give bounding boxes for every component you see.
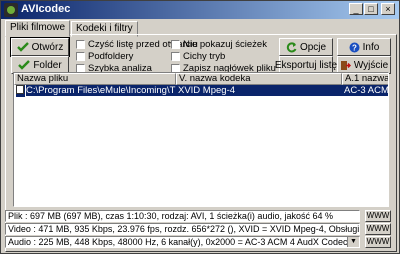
cell-video-codec: XVID Mpeg-4: [176, 85, 342, 96]
audio-info-value: Audio : 225 MB, 448 Kbps, 48000 Hz, 6 ka…: [8, 237, 359, 247]
maximize-button[interactable]: □: [364, 3, 378, 15]
title-bar[interactable]: AVIcodec _ □ ×: [1, 1, 399, 19]
file-icon: [16, 85, 25, 97]
app-icon: [4, 3, 18, 17]
export-label: Eksportuj listę: [274, 59, 338, 71]
checkmark-icon: [18, 60, 31, 70]
cell-filename: C:\Program Files\eMule\Incoming\The.Depa…: [26, 85, 176, 96]
options-label: Opcje: [299, 41, 327, 53]
file-list[interactable]: Nazwa pliku V. nazwa kodeka A.1 nazwa ko…: [13, 72, 389, 207]
column-header-filename[interactable]: Nazwa pliku: [14, 73, 176, 85]
checkmark-icon: [16, 42, 29, 52]
www-audio-button[interactable]: WWW: [365, 236, 391, 248]
open-button[interactable]: Otwórz: [10, 37, 70, 57]
checkbox-label: Nie pokazuj ścieżek: [183, 39, 267, 50]
options-button[interactable]: Opcje: [279, 38, 333, 56]
checkbox-label: Podfoldery: [88, 51, 134, 62]
quiet-mode-checkbox[interactable]: Cichy tryb: [171, 51, 225, 62]
info-button[interactable]: ? Info: [337, 38, 391, 56]
file-info-line: Plik : 697 MB (697 MB), czas 1:10:30, ro…: [5, 210, 360, 222]
open-label: Otwórz: [31, 41, 64, 53]
tab-movie-files[interactable]: Pliki filmowe: [5, 20, 71, 37]
svg-text:?: ?: [352, 43, 357, 52]
checkbox-box: [76, 40, 85, 49]
hide-paths-checkbox[interactable]: Nie pokazuj ścieżek: [171, 39, 267, 50]
refresh-icon: [286, 41, 297, 52]
close-button[interactable]: ×: [381, 3, 395, 15]
column-header-video-codec[interactable]: V. nazwa kodeka: [176, 73, 342, 85]
video-info-line: Video : 471 MB, 935 Kbps, 23.976 fps, ro…: [5, 223, 360, 235]
window-title: AVIcodec: [21, 3, 71, 15]
www-video-button[interactable]: WWW: [365, 223, 391, 235]
minimize-button[interactable]: _: [349, 3, 363, 15]
info-label: Info: [362, 41, 380, 53]
help-icon: ?: [349, 42, 360, 52]
cell-audio-codec: AC-3 ACM 4 AudX: [342, 85, 388, 96]
exit-label: Wyjście: [353, 59, 389, 71]
checkbox-label: Cichy tryb: [183, 51, 226, 62]
folder-label: Folder: [33, 59, 62, 71]
table-row[interactable]: C:\Program Files\eMule\Incoming\The.Depa…: [14, 85, 388, 97]
column-header-audio-codec[interactable]: A.1 nazwa kodek: [342, 73, 388, 85]
app-window: AVIcodec _ □ × Pliki filmowe Kodeki i fi…: [0, 0, 400, 254]
subfolders-checkbox[interactable]: Podfoldery: [76, 51, 133, 62]
audio-info-select[interactable]: Audio : 225 MB, 448 Kbps, 48000 Hz, 6 ka…: [5, 236, 360, 248]
checkbox-box: [76, 52, 85, 61]
checkbox-box: [171, 52, 180, 61]
checkbox-box: [171, 40, 180, 49]
chevron-down-icon[interactable]: ▼: [347, 237, 359, 247]
exit-door-icon: [340, 60, 351, 70]
www-file-button[interactable]: WWW: [365, 210, 391, 222]
